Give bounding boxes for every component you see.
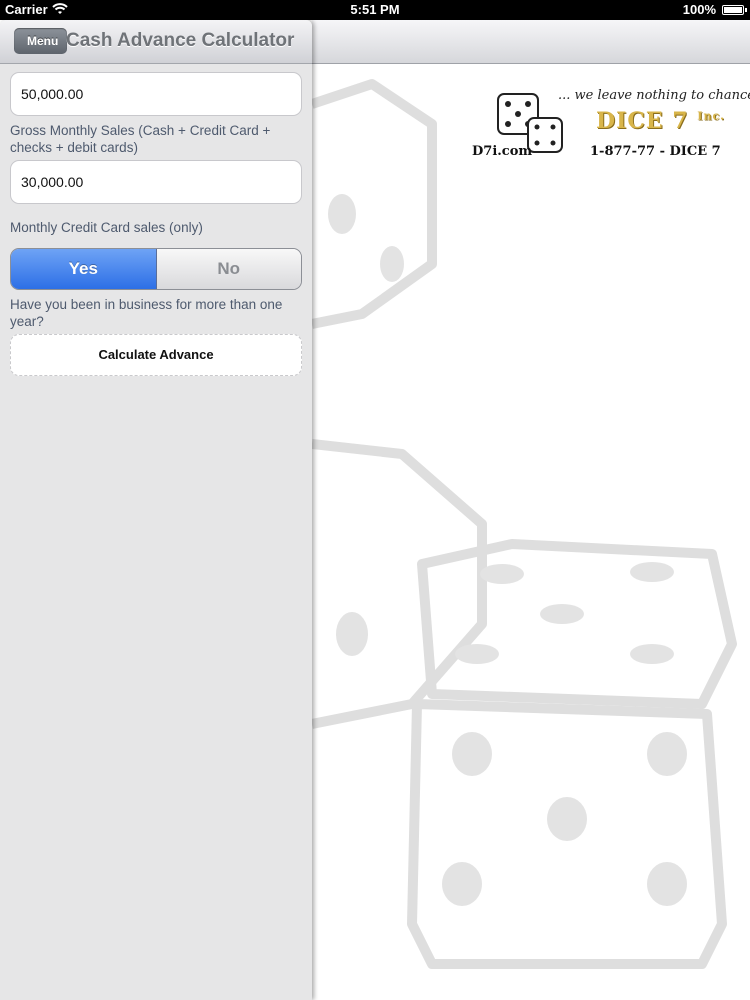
panel-navigation-bar: Menu Cash Advance Calculator	[0, 20, 312, 64]
yes-segment[interactable]: Yes	[11, 249, 157, 289]
logo-website: D7i.com	[472, 144, 533, 159]
business-year-question: Have you been in business for more than …	[10, 297, 283, 329]
company-logo: ... we leave nothing to chance. DICE 7 I…	[472, 86, 750, 166]
menu-back-button[interactable]: Menu	[14, 28, 68, 54]
gross-sales-label: Gross Monthly Sales (Cash + Credit Card …	[10, 123, 271, 155]
dice-background-image	[312, 79, 737, 969]
clock: 5:51 PM	[350, 2, 400, 17]
calculate-advance-button[interactable]: Calculate Advance	[10, 334, 302, 376]
calculator-panel: Menu Cash Advance Calculator 50,000.00 G…	[0, 20, 312, 1000]
business-year-toggle: Yes No	[10, 248, 302, 290]
detail-navigation-bar	[312, 20, 750, 64]
credit-card-sales-input[interactable]: 30,000.00	[10, 160, 302, 204]
page-title: Cash Advance Calculator	[66, 30, 295, 51]
credit-card-sales-label: Monthly Credit Card sales (only)	[10, 220, 203, 235]
no-segment[interactable]: No	[156, 249, 301, 289]
logo-brand: DICE 7 Inc.	[596, 108, 725, 134]
battery-icon	[722, 5, 747, 15]
logo-tagline: ... we leave nothing to chance.	[558, 88, 750, 103]
logo-phone: 1-877-77 - DICE 7	[590, 144, 721, 159]
gross-sales-input[interactable]: 50,000.00	[10, 72, 302, 116]
status-bar: Carrier 5:51 PM 100%	[0, 0, 750, 20]
battery-percent: 100%	[682, 2, 716, 17]
back-button-wrapper: Menu	[7, 20, 68, 63]
detail-pane: ... we leave nothing to chance. DICE 7 I…	[312, 64, 750, 1000]
